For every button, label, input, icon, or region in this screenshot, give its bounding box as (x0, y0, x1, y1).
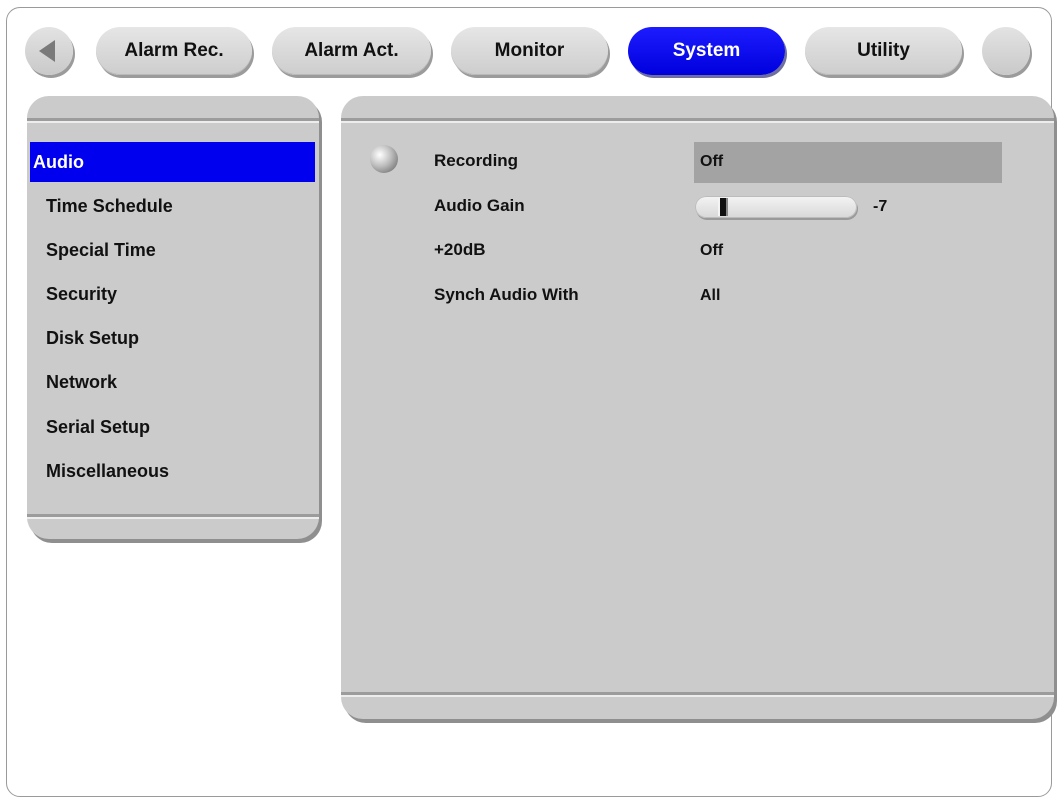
tab-alarm-act[interactable]: Alarm Act. (272, 27, 431, 75)
tab-monitor[interactable]: Monitor (451, 27, 608, 75)
plus20db-value[interactable]: Off (700, 242, 723, 260)
tab-bar: Alarm Rec. Alarm Act. Monitor System Uti… (0, 0, 1058, 90)
content-bottom-divider (341, 692, 1054, 695)
audio-gain-value: -7 (873, 198, 888, 215)
menu-top-divider (27, 118, 319, 121)
audio-gain-label: Audio Gain (434, 196, 525, 215)
radio-bullet-icon (370, 145, 398, 173)
audio-gain-slider[interactable] (695, 196, 857, 218)
synch-audio-value[interactable]: All (700, 287, 720, 305)
audio-gain-slider-thumb[interactable] (718, 198, 729, 216)
menu-item-special-time[interactable]: Special Time (30, 230, 315, 270)
content-panel (341, 96, 1054, 719)
left-arrow-icon (39, 40, 55, 62)
tab-system[interactable]: System (628, 27, 785, 75)
recording-value[interactable]: Off (700, 153, 723, 171)
tab-utility[interactable]: Utility (805, 27, 962, 75)
menu-item-security[interactable]: Security (30, 274, 315, 314)
recording-value-field[interactable] (694, 142, 1002, 183)
menu-item-network[interactable]: Network (30, 362, 315, 402)
plus20db-label: +20dB (434, 240, 486, 259)
menu-item-time-schedule[interactable]: Time Schedule (30, 186, 315, 226)
back-button[interactable] (25, 27, 73, 75)
tab-alarm-rec[interactable]: Alarm Rec. (96, 27, 252, 75)
recording-label: Recording (434, 151, 519, 170)
menu-item-audio[interactable]: Audio (30, 142, 315, 182)
menu-item-miscellaneous[interactable]: Miscellaneous (30, 451, 315, 491)
menu-item-serial-setup[interactable]: Serial Setup (30, 407, 315, 447)
menu-item-disk-setup[interactable]: Disk Setup (30, 318, 315, 358)
menu-bottom-divider (27, 514, 319, 517)
content-top-divider (341, 118, 1054, 121)
menu-panel: Audio Time Schedule Special Time Securit… (27, 96, 319, 539)
next-button[interactable] (982, 27, 1030, 75)
synch-audio-label: Synch Audio With (434, 285, 579, 304)
